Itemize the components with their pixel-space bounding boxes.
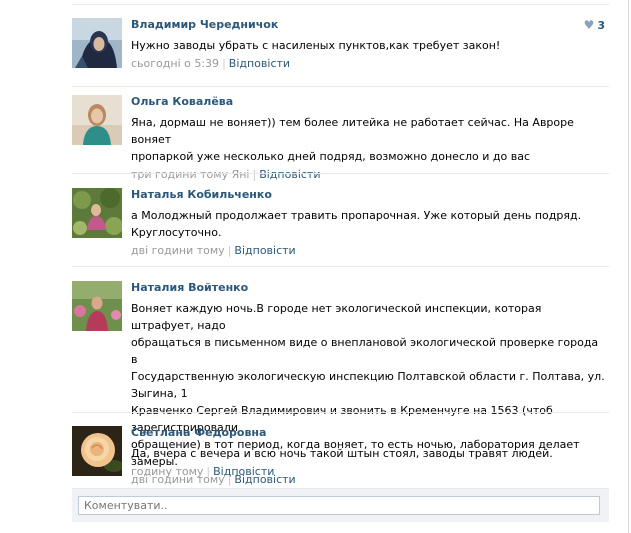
garden-photo-icon: [72, 188, 122, 238]
comment-input[interactable]: [78, 496, 600, 515]
comment-time[interactable]: три години тому Яні: [131, 168, 249, 181]
comment-author-link[interactable]: Наталья Кобильченко: [131, 188, 607, 202]
rose-photo-icon: [72, 426, 122, 476]
reply-link[interactable]: Відповісти: [234, 244, 295, 257]
avatar[interactable]: [72, 281, 122, 331]
meta-divider: |: [222, 57, 226, 70]
comment-author-link[interactable]: Светлана Федоровна: [131, 426, 607, 440]
avatar[interactable]: [72, 188, 122, 238]
avatar[interactable]: [72, 426, 122, 476]
comment-meta: сьогодні о 5:39 | Відповісти ♥ 3: [131, 18, 607, 71]
reply-box: [72, 488, 609, 522]
meta-divider: |: [206, 465, 211, 478]
comment-item: Наталья Кобильченко а Молоджный продолжа…: [72, 188, 609, 267]
comment-separator: [72, 412, 609, 413]
comment-text: Да, вчера с вечера и всю ночь такой штын…: [131, 447, 553, 460]
avatar[interactable]: [72, 18, 122, 68]
comment-text: а Молоджный продолжает травить пропарочн…: [131, 209, 582, 239]
frame-border: [628, 0, 629, 533]
comment-item: Наталия Войтенко Воняет каждую ночь.В го…: [72, 281, 609, 486]
comment-author-link[interactable]: Владимир Чередничок: [131, 18, 607, 32]
meta-divider: |: [252, 168, 257, 181]
avatar[interactable]: [72, 95, 122, 145]
comment-separator: [72, 173, 609, 174]
woman-photo-icon: [72, 95, 122, 145]
comment-item: Светлана Федоровна Да, вчера с вечера и …: [72, 426, 609, 482]
top-divider: [72, 4, 609, 5]
like-button[interactable]: ♥ 3: [584, 18, 605, 32]
comment-author-link[interactable]: Наталия Войтенко: [131, 281, 607, 295]
comment-text: Нужно заводы убрать с насиленых пунктов,…: [131, 39, 501, 52]
like-count: 3: [597, 19, 605, 32]
hooded-person-photo-icon: [72, 18, 122, 68]
comment-author-link[interactable]: Ольга Ковалёва: [131, 95, 607, 109]
comment-item: Владимир Чередничок Нужно заводы убрать …: [72, 18, 609, 87]
reply-link[interactable]: Відповісти: [259, 168, 320, 181]
woman-garden-photo-icon: [72, 281, 122, 331]
meta-divider: |: [227, 244, 232, 257]
comment-time[interactable]: годину тому: [131, 465, 203, 478]
comment-time[interactable]: дві години тому: [131, 244, 225, 257]
reply-link[interactable]: Відповісти: [213, 465, 274, 478]
comment-item: Ольга Ковалёва Яна, дормаш не воняет)) т…: [72, 95, 609, 181]
comment-time[interactable]: сьогодні о 5:39: [131, 57, 219, 70]
comment-separator: [72, 266, 609, 267]
heart-icon: ♥: [583, 18, 595, 32]
comment-separator: [72, 86, 609, 87]
comment-text: Яна, дормаш не воняет)) тем более литейк…: [131, 116, 574, 163]
reply-link[interactable]: Відповісти: [229, 57, 290, 70]
comment-meta: годину тому | Відповісти: [131, 465, 607, 479]
comment-meta: три години тому Яні | Відповісти: [131, 168, 607, 182]
comment-meta: дві години тому | Відповісти: [131, 244, 607, 258]
